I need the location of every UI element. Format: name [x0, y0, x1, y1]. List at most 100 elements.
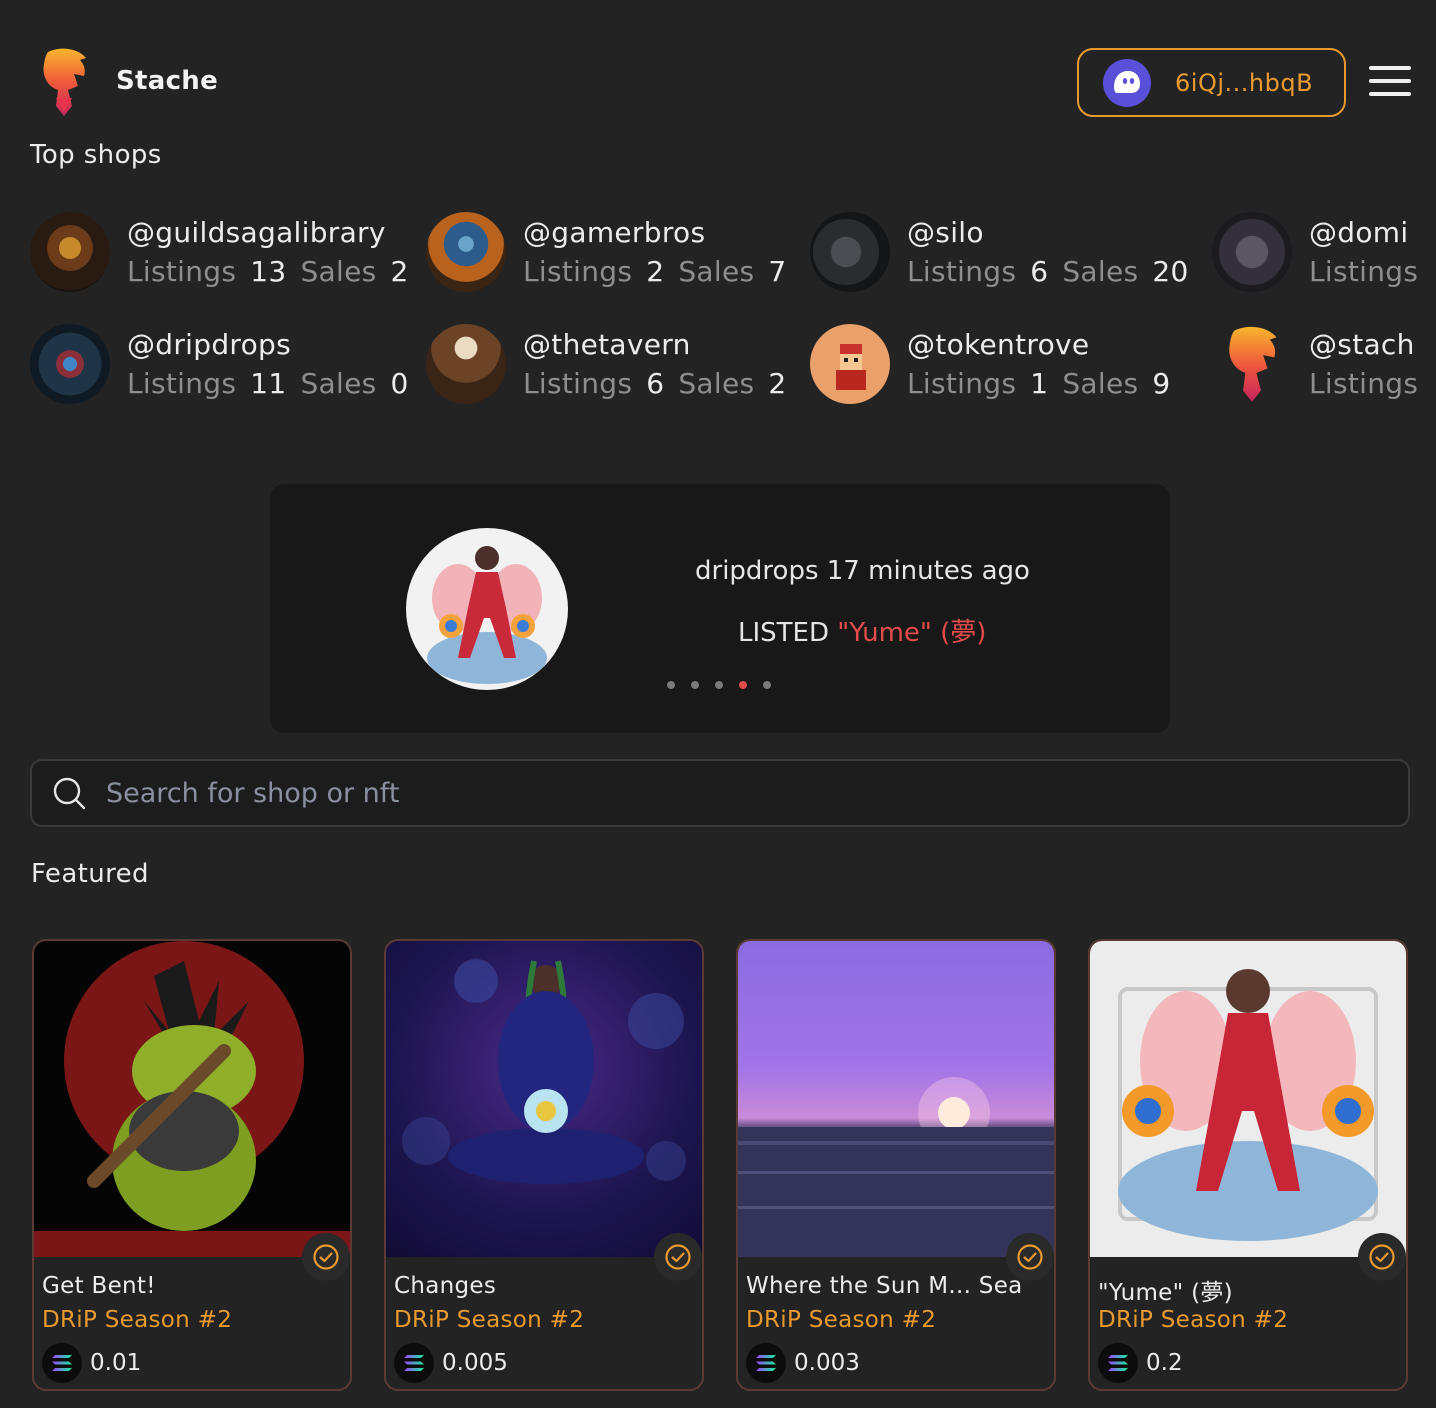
listings-label: Listings	[523, 367, 633, 400]
nft-name: Get Bent!	[42, 1273, 156, 1299]
shop-card[interactable]: @silo Listings 6 Sales 20	[810, 211, 1203, 293]
featured-nft-card[interactable]: "Yume" (夢) DRiP Season #2 0.2	[1088, 939, 1408, 1391]
shop-handle: @thetavern	[523, 328, 691, 361]
listings-label: Listings	[1309, 255, 1419, 288]
featured-nft-card[interactable]: Get Bent! DRiP Season #2 0.01	[32, 939, 352, 1391]
solana-icon	[1098, 1343, 1138, 1383]
shop-handle: @domi	[1309, 216, 1409, 249]
shop-avatar	[426, 212, 506, 292]
search-icon	[53, 777, 86, 810]
sales-label: Sales	[678, 367, 755, 400]
nft-collection[interactable]: DRiP Season #2	[42, 1307, 232, 1333]
nft-image	[386, 941, 702, 1257]
shop-handle: @dripdrops	[127, 328, 291, 361]
solana-icon	[42, 1343, 82, 1383]
shop-avatar	[30, 324, 110, 404]
nft-name: Changes	[394, 1273, 497, 1299]
price-value: 0.003	[794, 1350, 860, 1376]
nft-image	[34, 941, 350, 1257]
shop-handle: @gamerbros	[523, 216, 706, 249]
activity-detail: LISTED "Yume" (夢)	[738, 612, 986, 649]
sales-count: 0	[390, 367, 409, 400]
sales-label: Sales	[678, 255, 755, 288]
brand-name[interactable]: Stache	[116, 66, 218, 96]
listings-label: Listings	[907, 367, 1017, 400]
sales-count: 2	[768, 367, 787, 400]
nft-price: 0.005	[394, 1343, 508, 1383]
shop-handle: @tokentrove	[907, 328, 1090, 361]
carousel-dot[interactable]	[715, 681, 723, 689]
activity-nft-thumbnail[interactable]	[406, 528, 568, 690]
nft-price: 0.003	[746, 1343, 860, 1383]
shop-avatar	[810, 212, 890, 292]
sales-label: Sales	[1062, 367, 1139, 400]
sales-count: 2	[390, 255, 409, 288]
sales-count: 7	[768, 255, 787, 288]
nft-collection[interactable]: DRiP Season #2	[746, 1307, 936, 1333]
recent-activity-card: dripdrops 17 minutes ago LISTED "Yume" (…	[270, 484, 1170, 733]
shop-avatar	[1212, 212, 1292, 292]
nft-name: Where the Sun M... Sea	[746, 1273, 1023, 1299]
carousel-dot-active[interactable]	[739, 681, 747, 689]
price-value: 0.01	[90, 1350, 142, 1376]
nft-name: "Yume" (夢)	[1098, 1280, 1233, 1306]
solana-icon	[394, 1343, 434, 1383]
nft-price: 0.01	[42, 1343, 141, 1383]
activity-item-link[interactable]: "Yume" (夢)	[837, 618, 986, 648]
shop-card[interactable]: @tokentrove Listings 1 Sales 9	[810, 323, 1185, 405]
shop-card[interactable]: @thetavern Listings 6 Sales 2	[426, 323, 801, 405]
search-input[interactable]	[106, 777, 1306, 809]
shop-card[interactable]: @stach Listings	[1212, 323, 1418, 405]
shop-handle: @stach	[1309, 328, 1415, 361]
shop-handle: @silo	[907, 216, 984, 249]
wallet-button[interactable]: 6iQj...hbqB	[1077, 48, 1346, 117]
activity-action: LISTED	[738, 618, 829, 648]
sales-count: 20	[1152, 255, 1189, 288]
stache-logo[interactable]	[38, 46, 90, 118]
listings-count: 13	[250, 255, 287, 288]
listings-label: Listings	[127, 255, 237, 288]
verified-check-icon	[302, 1233, 350, 1281]
featured-nft-card[interactable]: Where the Sun M... Sea DRiP Season #2 0.…	[736, 939, 1056, 1391]
nft-collection[interactable]: DRiP Season #2	[1098, 1307, 1288, 1333]
sales-label: Sales	[300, 367, 377, 400]
activity-summary: dripdrops 17 minutes ago	[695, 556, 1030, 586]
shop-card[interactable]: @guildsagalibrary Listings 13 Sales 2	[30, 211, 423, 293]
listings-count: 11	[250, 367, 287, 400]
phantom-wallet-icon	[1103, 58, 1151, 107]
solana-icon	[746, 1343, 786, 1383]
listings-count: 6	[646, 367, 665, 400]
verified-check-icon	[654, 1233, 702, 1281]
nft-image	[738, 941, 1054, 1257]
shop-card[interactable]: @gamerbros Listings 2 Sales 7	[426, 211, 801, 293]
featured-title: Featured	[31, 859, 149, 889]
nft-image	[1090, 941, 1406, 1257]
shop-avatar	[426, 324, 506, 404]
listings-label: Listings	[127, 367, 237, 400]
shop-avatar	[30, 212, 110, 292]
price-value: 0.005	[442, 1350, 508, 1376]
carousel-dot[interactable]	[667, 681, 675, 689]
shop-card[interactable]: @domi Listings	[1212, 211, 1418, 293]
carousel-dot[interactable]	[691, 681, 699, 689]
listings-label: Listings	[907, 255, 1017, 288]
carousel-dot[interactable]	[763, 681, 771, 689]
hamburger-menu-icon[interactable]	[1369, 66, 1411, 100]
listings-count: 6	[1030, 255, 1049, 288]
top-shops-title: Top shops	[30, 140, 162, 170]
shop-card[interactable]: @dripdrops Listings 11 Sales 0	[30, 323, 423, 405]
nft-price: 0.2	[1098, 1343, 1183, 1383]
sales-count: 9	[1152, 367, 1171, 400]
shop-handle: @guildsagalibrary	[127, 216, 386, 249]
listings-count: 2	[646, 255, 665, 288]
carousel-dots	[667, 681, 771, 689]
nft-collection[interactable]: DRiP Season #2	[394, 1307, 584, 1333]
wallet-address: 6iQj...hbqB	[1175, 68, 1314, 97]
search-bar	[30, 759, 1410, 827]
sales-label: Sales	[1062, 255, 1139, 288]
shop-avatar	[1212, 324, 1292, 404]
sales-label: Sales	[300, 255, 377, 288]
price-value: 0.2	[1146, 1350, 1183, 1376]
shop-avatar	[810, 324, 890, 404]
featured-nft-card[interactable]: Changes DRiP Season #2 0.005	[384, 939, 704, 1391]
